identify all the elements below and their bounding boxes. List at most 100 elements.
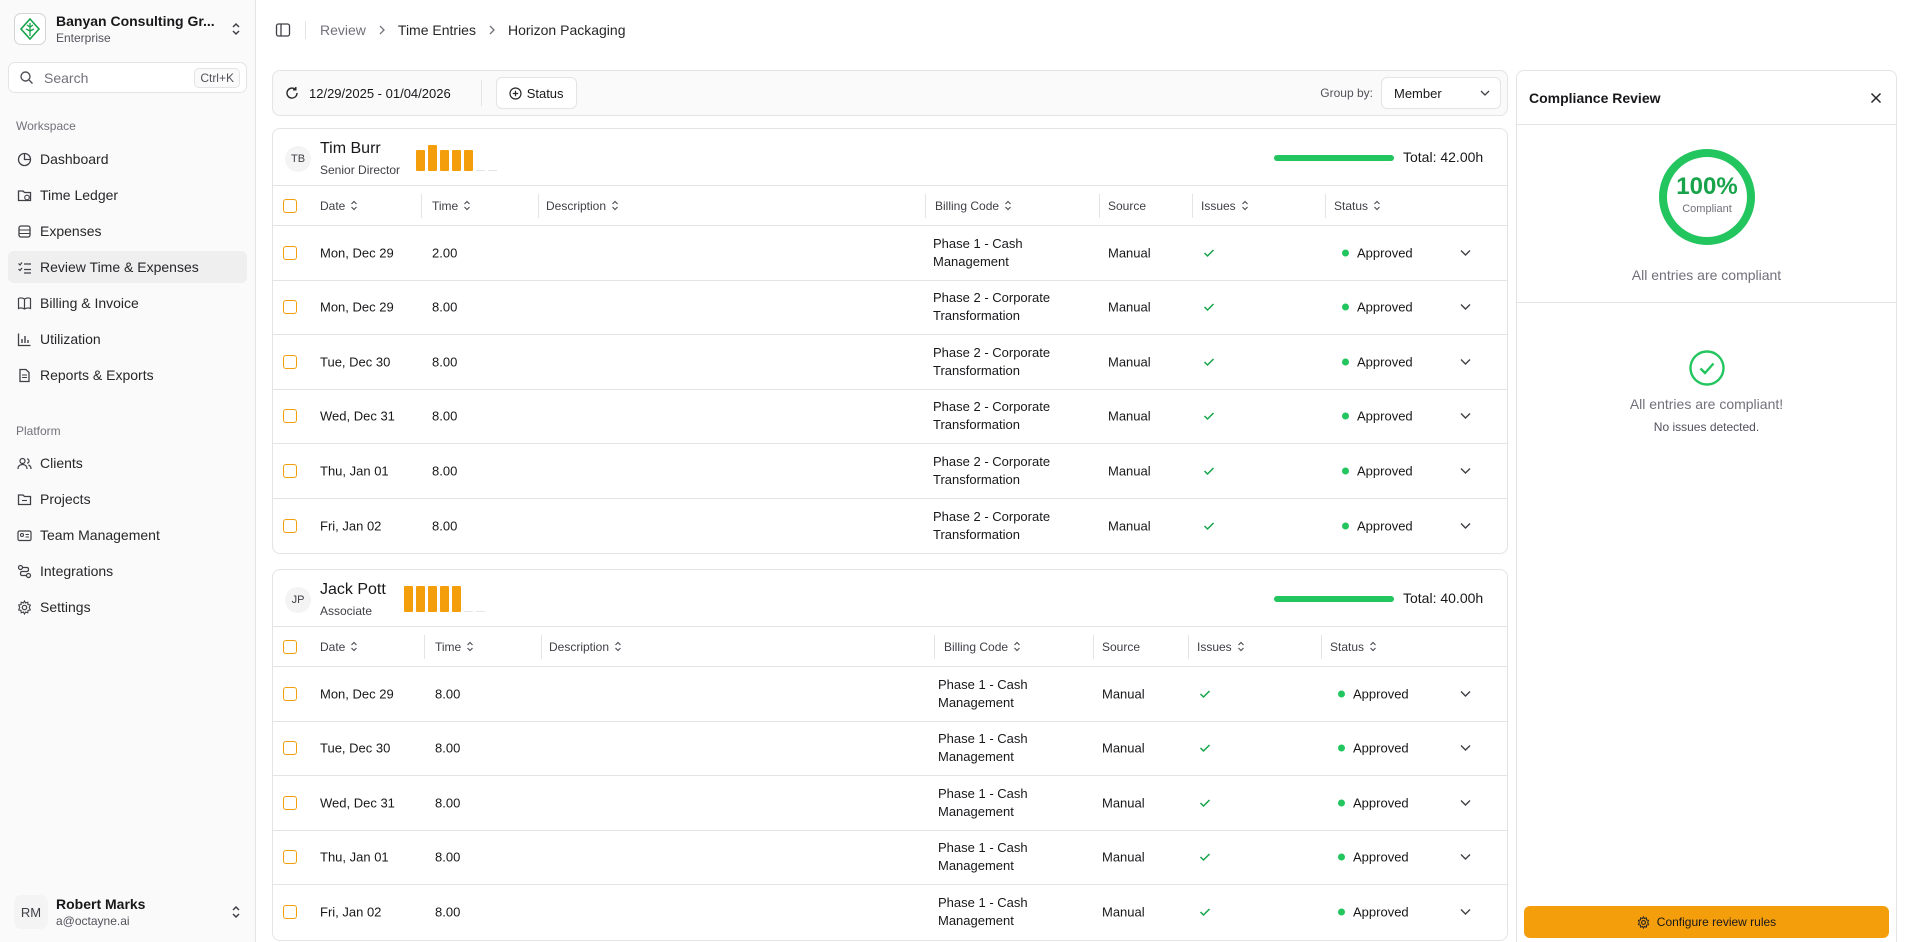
column-header-description[interactable]: Description: [549, 640, 622, 654]
table-row[interactable]: Mon, Dec 29 8.00 Phase 2 - Corporate Transf…: [273, 281, 1507, 335]
chevron-down-icon[interactable]: [1460, 249, 1471, 256]
breadcrumb-time-entries[interactable]: Time Entries: [398, 22, 476, 38]
row-checkbox[interactable]: [283, 409, 297, 424]
column-header-issues[interactable]: Issues: [1197, 640, 1245, 654]
compliance-summary: All entries are compliant: [1631, 267, 1782, 283]
column-header-date[interactable]: Date: [320, 640, 358, 654]
nav-item-time-ledger[interactable]: Time Ledger: [8, 179, 247, 211]
sidebar-toggle-icon[interactable]: [275, 22, 291, 38]
column-header-time[interactable]: Time: [435, 640, 474, 654]
row-checkbox[interactable]: [283, 354, 297, 369]
topbar: Review Time Entries Horizon Packaging: [257, 0, 1907, 60]
chevron-down-icon[interactable]: [1460, 413, 1471, 420]
nav-item-label: Time Ledger: [40, 187, 119, 203]
chevron-down-icon[interactable]: [1460, 467, 1471, 474]
billing-code-line: Phase 2 - Corporate: [933, 344, 1051, 360]
status-dot: [1338, 853, 1345, 861]
column-divider: [1192, 194, 1193, 218]
member-total-hours: Total: 42.00h: [1403, 149, 1484, 165]
check-icon: [1199, 689, 1211, 699]
table-row[interactable]: Wed, Dec 31 8.00 Phase 2 - Corporate Transf…: [273, 390, 1507, 444]
nav-item-projects[interactable]: Projects: [8, 483, 247, 515]
column-header-billing-code[interactable]: Billing Code: [944, 640, 1021, 654]
table-row[interactable]: Thu, Jan 01 8.00 Phase 1 - Cash Management M…: [273, 831, 1507, 885]
nav-item-label: Integrations: [40, 563, 114, 579]
nav-item-settings[interactable]: Settings: [8, 591, 247, 623]
user-menu[interactable]: RM Robert Marks a@octayne.ai: [14, 892, 242, 932]
configure-review-rules-button[interactable]: Configure review rules: [1524, 906, 1889, 938]
plus-circle-icon: [509, 86, 522, 100]
nav-item-reports-exports[interactable]: Reports & Exports: [8, 359, 247, 391]
table-row[interactable]: Tue, Dec 30 8.00 Phase 2 - Corporate Transf…: [273, 335, 1507, 390]
row-checkbox[interactable]: [283, 463, 297, 478]
table-row[interactable]: Mon, Dec 29 8.00 Phase 1 - Cash Management M…: [273, 667, 1507, 722]
chevron-down-icon[interactable]: [1460, 799, 1471, 806]
row-checkbox[interactable]: [283, 741, 297, 756]
table-row[interactable]: Wed, Dec 31 8.00 Phase 1 - Cash Management M…: [273, 776, 1507, 831]
nav-item-utilization[interactable]: Utilization: [8, 323, 247, 355]
row-checkbox[interactable]: [283, 686, 297, 701]
column-header-issues[interactable]: Issues: [1201, 199, 1249, 213]
check-icon: [1203, 248, 1215, 258]
row-checkbox[interactable]: [283, 245, 297, 260]
column-header-date[interactable]: Date: [320, 199, 358, 213]
row-checkbox[interactable]: [283, 300, 297, 315]
entry-time: 8.00: [435, 904, 461, 920]
nav-item-integrations[interactable]: Integrations: [8, 555, 247, 587]
row-checkbox[interactable]: [283, 905, 297, 920]
search-input[interactable]: Search Ctrl+K: [8, 62, 247, 93]
table-row[interactable]: Fri, Jan 02 8.00 Phase 1 - Cash Management M…: [273, 885, 1507, 940]
date-range-picker[interactable]: 12/29/2025 - 01/04/2026: [309, 86, 451, 101]
entry-time: 8.00: [432, 408, 458, 424]
column-header-billing-code[interactable]: Billing Code: [935, 199, 1012, 213]
chevron-down-icon[interactable]: [1460, 690, 1471, 697]
column-header-description[interactable]: Description: [546, 199, 619, 213]
status-dot: [1338, 744, 1345, 752]
billing-code-line: Management: [938, 749, 1014, 765]
member-group: JP Jack Pott Associate Total: 40.00h Date Tim…: [272, 569, 1508, 941]
table-row[interactable]: Mon, Dec 29 2.00 Phase 1 - Cash Management M…: [273, 226, 1507, 281]
search-shortcut: Ctrl+K: [194, 67, 240, 88]
select-all-checkbox[interactable]: [283, 639, 297, 654]
org-switcher[interactable]: Banyan Consulting Gr... Enterprise: [14, 10, 242, 48]
select-all-checkbox[interactable]: [283, 198, 297, 213]
gear-icon: [16, 599, 32, 615]
table-row[interactable]: Fri, Jan 02 8.00 Phase 2 - Corporate Transf…: [273, 499, 1507, 554]
row-checkbox[interactable]: [283, 795, 297, 810]
close-icon[interactable]: [1870, 92, 1882, 104]
nav-item-billing-invoice[interactable]: Billing & Invoice: [8, 287, 247, 319]
breadcrumb-review[interactable]: Review: [320, 22, 366, 38]
column-header-label: Billing Code: [944, 639, 1009, 654]
nav-item-expenses[interactable]: Expenses: [8, 215, 247, 247]
column-header-time[interactable]: Time: [432, 199, 471, 213]
group-by-select[interactable]: Member: [1381, 77, 1501, 109]
chevron-down-icon[interactable]: [1460, 304, 1471, 311]
nav-item-dashboard[interactable]: Dashboard: [8, 143, 247, 175]
column-divider: [538, 194, 539, 218]
nav-item-clients[interactable]: Clients: [8, 447, 247, 479]
chevron-down-icon[interactable]: [1460, 358, 1471, 365]
table-row[interactable]: Thu, Jan 01 8.00 Phase 2 - Corporate Transf…: [273, 444, 1507, 499]
billing-code-line: Transformation: [933, 308, 1020, 324]
status-filter-button[interactable]: Status: [495, 77, 577, 109]
entry-date: Fri, Jan 02: [320, 518, 382, 534]
sort-icon: [611, 200, 619, 211]
table-row[interactable]: Tue, Dec 30 8.00 Phase 1 - Cash Management M…: [273, 722, 1507, 776]
chevron-down-icon[interactable]: [1460, 522, 1471, 529]
nav-item-review-time-expenses[interactable]: Review Time & Expenses: [8, 251, 247, 283]
status-dot: [1338, 799, 1345, 807]
column-header-status[interactable]: Status: [1334, 199, 1381, 213]
column-header-status[interactable]: Status: [1330, 640, 1377, 654]
chevron-down-icon[interactable]: [1460, 745, 1471, 752]
nav-item-team-management[interactable]: Team Management: [8, 519, 247, 551]
user-name: Robert Marks: [56, 896, 146, 912]
row-checkbox[interactable]: [283, 518, 297, 533]
entry-time: 8.00: [435, 686, 461, 702]
chevron-down-icon[interactable]: [1460, 854, 1471, 861]
workspace-section-label: Workspace: [16, 119, 76, 133]
chevron-down-icon[interactable]: [1460, 909, 1471, 916]
refresh-icon[interactable]: [285, 86, 299, 100]
entry-date: Wed, Dec 31: [320, 408, 395, 424]
org-name: Banyan Consulting Gr...: [56, 13, 215, 29]
row-checkbox[interactable]: [283, 850, 297, 865]
